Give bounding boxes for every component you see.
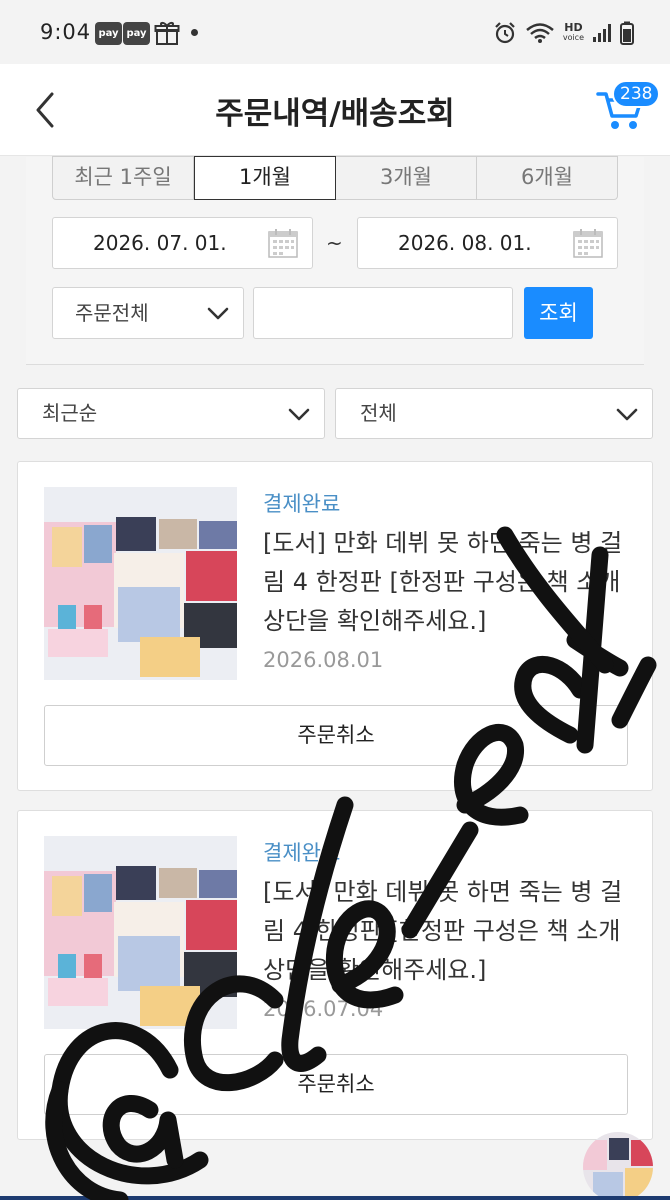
- floating-thumbnail-image: [583, 1132, 653, 1200]
- order-card: 결제완료 [도서] 만화 데뷔 못 하면 죽는 병 걸림 4 한정판 [한정판 …: [17, 810, 653, 1140]
- keyword-input[interactable]: [253, 287, 513, 339]
- battery-icon: [620, 21, 634, 45]
- status-icons: HD voice: [493, 20, 634, 46]
- date-from-field[interactable]: 2026. 07. 01.: [52, 217, 313, 269]
- page-title: 주문내역/배송조회: [215, 96, 455, 132]
- order-type-value: 주문전체: [75, 301, 149, 325]
- wifi-icon: [526, 23, 554, 43]
- sort-order-select[interactable]: 최근순: [17, 388, 325, 439]
- search-button[interactable]: 조회: [524, 287, 593, 339]
- period-tab-6months[interactable]: 6개월: [477, 156, 618, 200]
- chevron-down-icon: [207, 307, 229, 320]
- product-title[interactable]: [도서] 만화 데뷔 못 하면 죽는 병 걸림 4 한정판 [한정판 구성은 책…: [263, 873, 633, 990]
- status-filter-value: 전체: [360, 401, 397, 425]
- product-thumbnail[interactable]: [44, 836, 237, 1029]
- sort-order-value: 최근순: [42, 401, 98, 425]
- order-status: 결제완료: [263, 492, 341, 516]
- notification-dot-icon: [191, 29, 198, 36]
- cancel-order-button[interactable]: 주문취소: [44, 705, 628, 766]
- filter-panel: 최근 1주일 1개월 3개월 6개월 2026. 07. 01. ~ 2026.…: [26, 156, 644, 365]
- chevron-down-icon: [616, 408, 638, 420]
- date-from-value: 2026. 07. 01.: [93, 231, 227, 255]
- order-date: 2026.07.04: [263, 997, 384, 1021]
- book-cover-image: [44, 487, 237, 680]
- order-type-select[interactable]: 주문전체: [52, 287, 244, 339]
- product-title[interactable]: [도서] 만화 데뷔 못 하면 죽는 병 걸림 4 한정판 [한정판 구성은 책…: [263, 524, 633, 641]
- date-to-value: 2026. 08. 01.: [398, 231, 532, 255]
- order-card: 결제완료 [도서] 만화 데뷔 못 하면 죽는 병 걸림 4 한정판 [한정판 …: [17, 461, 653, 791]
- cancel-order-button[interactable]: 주문취소: [44, 1054, 628, 1115]
- product-thumbnail[interactable]: [44, 487, 237, 680]
- date-to-field[interactable]: 2026. 08. 01.: [357, 217, 618, 269]
- clock: 9:04: [40, 20, 92, 44]
- order-date: 2026.08.01: [263, 648, 384, 672]
- period-tabs: 최근 1주일 1개월 3개월 6개월: [52, 156, 618, 200]
- period-tab-3months[interactable]: 3개월: [336, 156, 477, 200]
- bottom-bar: [0, 1196, 670, 1200]
- status-bar: 9:04 pay pay HD voice: [0, 0, 670, 64]
- calendar-icon[interactable]: [268, 228, 298, 258]
- chevron-down-icon: [288, 408, 310, 420]
- period-tab-1week[interactable]: 최근 1주일: [52, 156, 194, 200]
- hd-voice-icon: HD voice: [562, 21, 584, 42]
- calendar-icon[interactable]: [573, 228, 603, 258]
- cart-count-badge: 238: [612, 80, 661, 108]
- book-cover-image: [44, 836, 237, 1029]
- order-status: 결제완료: [263, 841, 341, 865]
- alarm-icon: [495, 22, 515, 44]
- gift-icon: [154, 22, 180, 45]
- pay-icon: pay: [95, 22, 122, 45]
- floating-thumbnail[interactable]: [583, 1132, 653, 1200]
- pay-icon: pay: [123, 22, 150, 45]
- signal-icon: [593, 24, 611, 42]
- period-tab-1month[interactable]: 1개월: [194, 156, 336, 200]
- date-separator: ~: [326, 231, 343, 255]
- app-header: 주문내역/배송조회 238: [0, 64, 670, 156]
- status-filter-select[interactable]: 전체: [335, 388, 653, 439]
